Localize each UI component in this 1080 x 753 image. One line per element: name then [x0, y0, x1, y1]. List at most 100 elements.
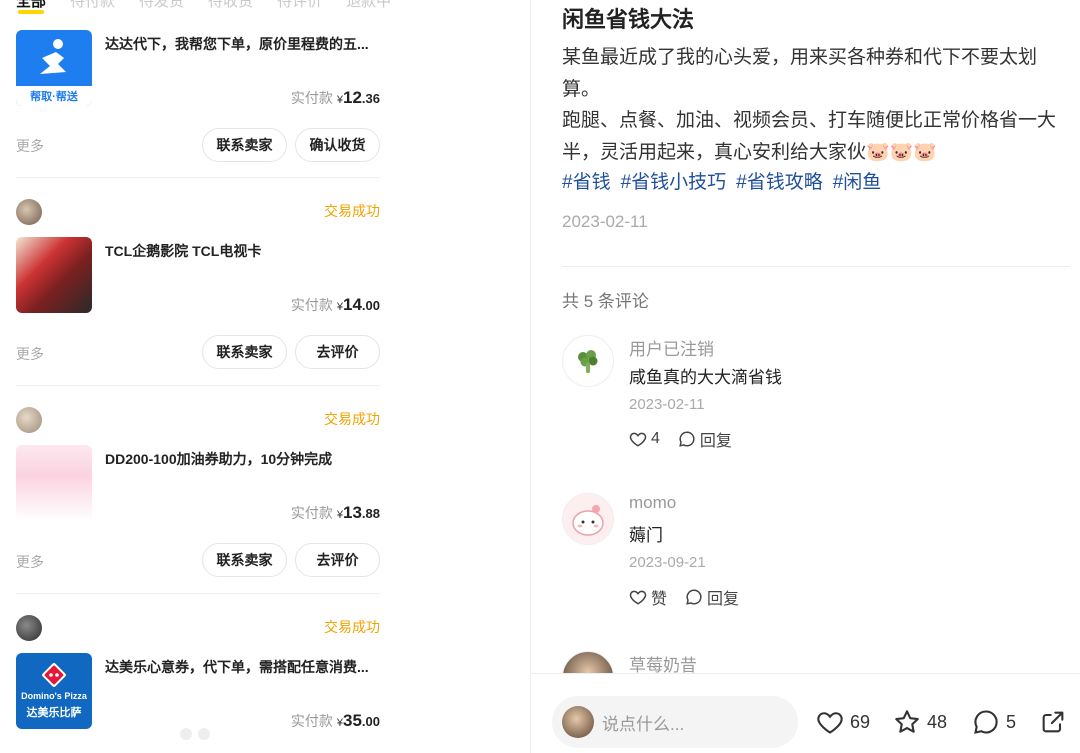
contact-seller-button[interactable]: 联系卖家: [202, 543, 287, 577]
contact-seller-button[interactable]: 联系卖家: [202, 128, 287, 162]
heart-icon: [629, 432, 647, 447]
tab-to-receive[interactable]: 待收货: [208, 0, 253, 11]
contact-seller-button[interactable]: 联系卖家: [202, 335, 287, 369]
price-label: 实付款: [290, 297, 333, 313]
more-link[interactable]: 更多: [16, 136, 44, 156]
order-title[interactable]: DD200-100加油券助力，10分钟完成: [105, 449, 385, 469]
page-dot: [180, 728, 192, 740]
page-indicator: [180, 728, 210, 740]
thumbnail-label: 帮取·帮送: [16, 86, 92, 106]
divider: [16, 593, 380, 594]
reply-label: 回复: [707, 591, 740, 608]
divider: [16, 385, 380, 386]
seller-avatar[interactable]: [16, 199, 42, 225]
comment-count-badge: 5: [1006, 711, 1017, 732]
heart-icon: [817, 712, 843, 734]
comment-date: 2023-02-11: [629, 396, 705, 413]
seller-avatar[interactable]: [16, 615, 42, 641]
tab-unpaid[interactable]: 待付款: [70, 0, 115, 11]
reply-button[interactable]: 回复: [678, 427, 732, 451]
hashtag[interactable]: #省钱: [562, 167, 611, 194]
thumbnail-brand-en: Domino's Pizza: [21, 691, 87, 701]
hashtag[interactable]: #闲鱼: [833, 167, 882, 194]
tab-to-review[interactable]: 待评价: [277, 0, 322, 11]
seller-avatar[interactable]: [16, 407, 42, 433]
order-price: 实付款 ¥12.36: [291, 88, 380, 108]
post-paragraph: 跑腿、点餐、加油、视频会员、打车随便比正常价格省一大半，灵活用起来，真心安利给大…: [562, 110, 1057, 163]
star-icon: [895, 710, 919, 733]
comment-input-placeholder: 说点什么...: [602, 714, 685, 734]
seller-row[interactable]: [16, 615, 52, 641]
like-button[interactable]: 4: [629, 430, 660, 448]
post-title: 闲鱼省钱大法: [562, 7, 695, 32]
like-count: 4: [651, 430, 660, 447]
commenter-name[interactable]: 用户已注销: [629, 335, 714, 360]
commenter-avatar[interactable]: [562, 335, 614, 387]
reply-bubble-icon: [686, 589, 702, 605]
post-tags: #省钱 #省钱小技巧 #省钱攻略 #闲鱼: [562, 167, 881, 194]
order-status: 交易成功: [324, 411, 380, 427]
comment-actions: 赞 回复: [629, 585, 739, 609]
review-button[interactable]: 去评价: [295, 543, 380, 577]
seller-row[interactable]: [16, 407, 52, 433]
divider: [16, 177, 380, 178]
price-decimal: .00: [361, 298, 380, 313]
dominos-logo-icon: [42, 663, 66, 687]
order-price: 实付款 ¥13.88: [291, 503, 380, 523]
share-icon: [1042, 711, 1064, 733]
tab-all[interactable]: 全部: [16, 0, 46, 14]
price-integer: 12: [343, 88, 362, 107]
post-paragraph: 某鱼最近成了我的心头爱，用来买各种券和代下不要太划算。: [562, 47, 1038, 100]
order-thumbnail[interactable]: Domino's Pizza 达美乐比萨: [16, 653, 92, 729]
screen: 全部 待付款 待发货 待收货 待评价 退款中 帮取·帮送 达达代下，我帮您下单，…: [0, 0, 1080, 753]
like-count: 69: [850, 711, 871, 732]
share-button[interactable]: [1039, 708, 1067, 736]
price-label: 实付款: [290, 713, 333, 729]
tab-to-ship[interactable]: 待发货: [139, 0, 184, 11]
favorite-button[interactable]: 48: [893, 708, 947, 736]
order-status: 交易成功: [324, 203, 380, 219]
order-title[interactable]: 达美乐心意券，代下单，需搭配任意消费...: [105, 657, 385, 677]
tab-refund[interactable]: 退款中: [346, 0, 391, 11]
order-title[interactable]: 达达代下，我帮您下单，原价里程费的五...: [105, 34, 385, 54]
order-thumbnail[interactable]: [16, 445, 92, 521]
post-panel: 闲鱼省钱大法 某鱼最近成了我的心头爱，用来买各种券和代下不要太划算。 跑腿、点餐…: [531, 0, 1080, 753]
order-tabs: 全部 待付款 待发货 待收货 待评价 退款中: [16, 0, 391, 14]
page-dot: [198, 728, 210, 740]
price-integer: 14: [343, 295, 362, 314]
like-post-button[interactable]: 69: [816, 708, 870, 736]
order-title[interactable]: TCL企鹅影院 TCL电视卡: [105, 241, 385, 261]
price-decimal: .88: [361, 506, 380, 521]
price-label: 实付款: [290, 90, 333, 106]
more-link[interactable]: 更多: [16, 552, 44, 572]
broccoli-icon: [578, 350, 598, 373]
confirm-receipt-button[interactable]: 确认收货: [295, 128, 380, 162]
comment-input[interactable]: 说点什么...: [552, 696, 798, 748]
reply-label: 回复: [699, 433, 732, 450]
hashtag[interactable]: #省钱攻略: [736, 167, 823, 194]
order-thumbnail[interactable]: [16, 237, 92, 313]
seller-row[interactable]: [16, 199, 52, 225]
more-link[interactable]: 更多: [16, 344, 44, 364]
hashtag[interactable]: #省钱小技巧: [621, 167, 727, 194]
price-label: 实付款: [290, 505, 333, 521]
favorite-count: 48: [927, 711, 948, 732]
comments-button[interactable]: 5: [972, 708, 1016, 736]
runner-logo-icon: [40, 39, 66, 74]
thumbnail-brand-cn: 达美乐比萨: [26, 707, 82, 719]
reply-bubble-icon: [679, 431, 695, 447]
price-integer: 13: [343, 503, 362, 522]
bottom-action-bar: 说点什么... 69 48 5: [531, 673, 1080, 753]
order-thumbnail[interactable]: 帮取·帮送: [16, 30, 92, 106]
commenter-avatar[interactable]: [562, 493, 614, 545]
comment-text: 薅门: [629, 526, 663, 545]
my-avatar: [562, 706, 594, 738]
reply-button[interactable]: 回复: [685, 585, 739, 609]
review-button[interactable]: 去评价: [295, 335, 380, 369]
cartoon-avatar-icon: [572, 505, 604, 536]
post-date: 2023-02-11: [562, 212, 648, 231]
order-price: 实付款 ¥35.00: [291, 711, 380, 731]
like-button[interactable]: 赞: [629, 585, 667, 609]
commenter-name[interactable]: momo: [629, 493, 676, 513]
post-body: 某鱼最近成了我的心头爱，用来买各种券和代下不要太划算。 跑腿、点餐、加油、视频会…: [562, 42, 1072, 168]
